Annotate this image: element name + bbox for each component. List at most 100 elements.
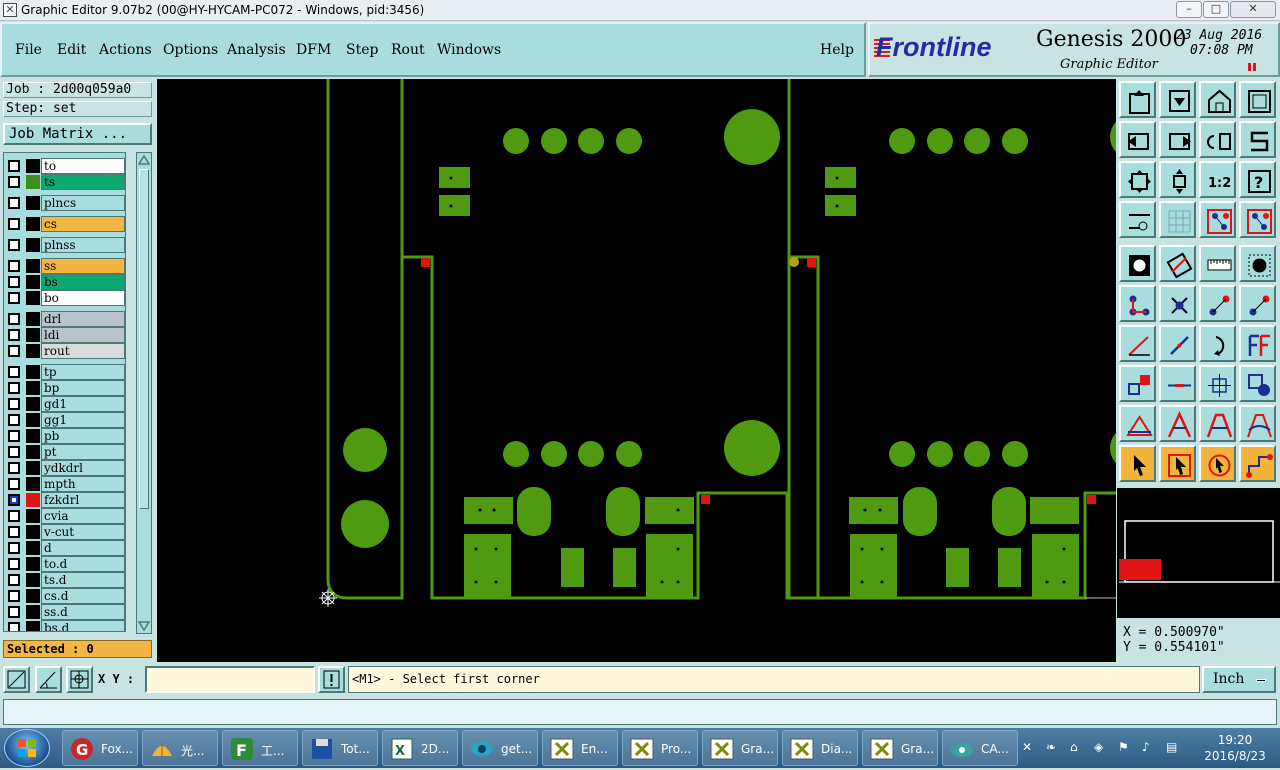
layer-color-chip[interactable] <box>26 525 40 539</box>
layer-name[interactable]: ldi <box>41 327 125 343</box>
layer-name[interactable]: pt <box>41 444 125 460</box>
path-button[interactable] <box>1239 445 1276 482</box>
layer-checkbox[interactable] <box>8 366 20 378</box>
layer-color-chip[interactable] <box>26 589 40 603</box>
measure-button[interactable] <box>1119 201 1156 238</box>
zoom-home-button[interactable] <box>1159 161 1196 198</box>
layer-scrollbar[interactable] <box>136 152 152 634</box>
layer-name[interactable]: plncs <box>41 195 125 211</box>
layer-checkbox[interactable] <box>8 574 20 586</box>
scroll-down-icon[interactable] <box>137 620 151 632</box>
shape-button[interactable] <box>1159 245 1196 282</box>
layer-color-chip[interactable] <box>26 397 40 411</box>
layer-checkbox[interactable] <box>8 526 20 538</box>
window-button[interactable] <box>1239 81 1276 118</box>
layer-checkbox[interactable] <box>8 260 20 272</box>
layer-row[interactable]: gg1 <box>4 412 125 428</box>
layer-name[interactable]: bs.d <box>41 620 125 631</box>
layer-checkbox[interactable] <box>8 558 20 570</box>
open-button[interactable] <box>1119 81 1156 118</box>
pcb-drawing[interactable] <box>157 79 1116 662</box>
layer-row[interactable]: tp <box>4 364 125 380</box>
menu-file[interactable]: File <box>15 42 42 58</box>
unit-selector[interactable]: Inch <box>1202 666 1276 693</box>
layer-color-chip[interactable] <box>26 344 40 358</box>
line-2-button[interactable] <box>1159 325 1196 362</box>
layer-color-chip[interactable] <box>26 461 40 475</box>
menu-actions[interactable]: Actions <box>99 42 152 58</box>
layer-name[interactable]: plnss <box>41 237 125 253</box>
minimize-button[interactable]: – <box>1176 1 1202 18</box>
system-clock[interactable]: 19:20 2016/8/23 <box>1192 732 1278 764</box>
line-button[interactable] <box>1119 325 1156 362</box>
layer-row[interactable]: mpth <box>4 476 125 492</box>
maximize-button[interactable]: □ <box>1203 1 1229 18</box>
taskbar-task[interactable]: En... <box>542 730 618 766</box>
nodes-button[interactable] <box>1119 285 1156 322</box>
next-step-button[interactable] <box>1159 121 1196 158</box>
triangle-4-button[interactable] <box>1239 405 1276 442</box>
ime-icon[interactable]: ✕ <box>1022 740 1036 754</box>
pointer-3-button[interactable] <box>1199 445 1236 482</box>
stretch-button[interactable] <box>1199 365 1236 402</box>
layer-row[interactable]: bs <box>4 274 125 290</box>
menu-windows[interactable]: Windows <box>437 42 501 58</box>
taskbar-task[interactable]: Gra... <box>862 730 938 766</box>
layer-color-chip[interactable] <box>26 381 40 395</box>
layer-color-chip[interactable] <box>26 175 40 189</box>
layer-checkbox[interactable] <box>8 329 20 341</box>
layer-checkbox[interactable] <box>8 276 20 288</box>
layer-row[interactable]: bo <box>4 290 125 306</box>
menu-rout[interactable]: Rout <box>391 42 425 58</box>
layer-color-chip[interactable] <box>26 573 40 587</box>
taskbar-task[interactable]: CA... <box>942 730 1018 766</box>
layer-color-chip[interactable] <box>26 493 40 507</box>
layer-toggle-2-button[interactable] <box>1239 201 1276 238</box>
layer-color-chip[interactable] <box>26 509 40 523</box>
layer-color-chip[interactable] <box>26 557 40 571</box>
layer-color-chip[interactable] <box>26 413 40 427</box>
layer-row[interactable]: ss <box>4 258 125 274</box>
layer-name[interactable]: ydkdrl <box>41 460 125 476</box>
network-adapter-icon[interactable]: ⌂ <box>1070 740 1084 754</box>
layer-color-chip[interactable] <box>26 238 40 252</box>
feather-icon[interactable]: ❧ <box>1046 740 1060 754</box>
layer-row[interactable]: fzkdrl <box>4 492 125 508</box>
scroll-up-icon[interactable] <box>137 154 151 166</box>
layer-color-chip[interactable] <box>26 365 40 379</box>
layer-checkbox[interactable] <box>8 414 20 426</box>
zoom-fit-button[interactable] <box>1119 161 1156 198</box>
layer-name[interactable]: bp <box>41 380 125 396</box>
layer-color-chip[interactable] <box>26 328 40 342</box>
pointer-button[interactable] <box>1119 445 1156 482</box>
layer-row[interactable]: gd1 <box>4 396 125 412</box>
layer-name[interactable]: ss.d <box>41 604 125 620</box>
minus-button[interactable] <box>1159 365 1196 402</box>
job-matrix-button[interactable]: Job Matrix ... <box>3 123 152 145</box>
pad-button[interactable] <box>1119 245 1156 282</box>
layer-checkbox[interactable] <box>8 292 20 304</box>
layer-checkbox[interactable] <box>8 606 20 618</box>
close-button[interactable]: ✕ <box>1230 1 1276 18</box>
layer-row[interactable]: to <box>4 158 125 174</box>
taskbar-task[interactable]: get... <box>462 730 538 766</box>
layer-color-chip[interactable] <box>26 312 40 326</box>
layer-name[interactable]: rout <box>41 343 125 359</box>
volume-icon[interactable]: ♪ <box>1142 740 1156 754</box>
cross-button[interactable] <box>1159 285 1196 322</box>
layer-row[interactable]: bs.d <box>4 620 125 631</box>
taskbar-task[interactable]: G Fox... <box>62 730 138 766</box>
layer-checkbox[interactable] <box>8 510 20 522</box>
menu-dfm[interactable]: DFM <box>296 42 331 58</box>
layer-name[interactable]: cs <box>41 216 125 232</box>
layer-color-chip[interactable] <box>26 445 40 459</box>
layer-color-chip[interactable] <box>26 429 40 443</box>
layer-name[interactable]: drl <box>41 311 125 327</box>
layer-color-chip[interactable] <box>26 275 40 289</box>
redo-button[interactable] <box>1199 121 1236 158</box>
layer-row[interactable]: v-cut <box>4 524 125 540</box>
layer-checkbox[interactable] <box>8 382 20 394</box>
menu-help[interactable]: Help <box>820 42 854 58</box>
ruler-button[interactable] <box>1199 245 1236 282</box>
layer-checkbox[interactable] <box>8 622 20 631</box>
